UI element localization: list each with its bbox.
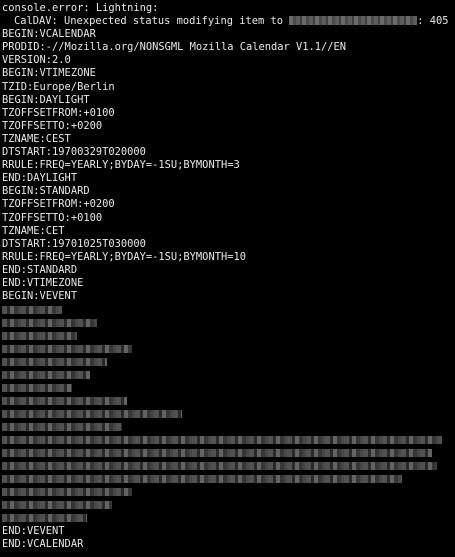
console-line: END:VTIMEZONE	[2, 276, 84, 289]
console-line: BEGIN:VCALENDAR	[2, 28, 96, 41]
redacted-line	[2, 345, 132, 354]
redacted-line	[2, 436, 442, 445]
redacted-line	[2, 488, 132, 497]
console-line: VERSION:2.0	[2, 54, 71, 67]
console-line: TZOFFSETFROM:+0200	[2, 198, 115, 211]
redacted-line	[2, 384, 72, 393]
redacted-line	[2, 358, 107, 367]
terminal-output: console.error: Lightning: CalDAV: Unexpe…	[0, 0, 455, 557]
console-line: DTSTART:19701025T030000	[2, 237, 146, 250]
console-line-error: CalDAV: Unexpected status modifying item…	[2, 15, 455, 28]
console-line: END:DAYLIGHT	[2, 172, 78, 185]
redacted-url	[289, 16, 418, 26]
console-line: DTSTART:19700329T020000	[2, 146, 146, 159]
error-message: CalDAV: Unexpected status modifying item…	[14, 15, 283, 28]
redacted-event-content	[2, 303, 455, 525]
redacted-line	[2, 371, 90, 380]
console-line: TZID:Europe/Berlin	[2, 80, 115, 93]
console-line: console.error: Lightning:	[2, 2, 159, 14]
console-line: END:VCALENDAR	[2, 538, 84, 551]
console-line: RRULE:FREQ=YEARLY;BYDAY=-1SU;BYMONTH=3	[2, 159, 240, 172]
redacted-line	[2, 306, 62, 315]
console-line: PRODID:-//Mozilla.org/NONSGML Mozilla Ca…	[2, 41, 347, 54]
redacted-line	[2, 475, 402, 484]
console-line: END:STANDARD	[2, 263, 78, 276]
console-line: BEGIN:STANDARD	[2, 185, 90, 198]
console-line: END:VEVENT	[2, 525, 65, 538]
redacted-line	[2, 319, 97, 328]
console-line: RRULE:FREQ=YEARLY;BYDAY=-1SU;BYMONTH=10	[2, 250, 246, 263]
redacted-line	[2, 449, 432, 458]
redacted-line	[2, 501, 112, 510]
console-line: TZNAME:CEST	[2, 132, 71, 145]
status-code: : 405	[417, 15, 449, 28]
console-line: BEGIN:VTIMEZONE	[2, 67, 96, 80]
redacted-line	[2, 410, 182, 419]
redacted-line	[2, 397, 127, 406]
redacted-line	[2, 423, 122, 432]
console-line: TZNAME:CET	[2, 224, 65, 237]
console-line: BEGIN:VEVENT	[2, 290, 78, 303]
console-line: BEGIN:DAYLIGHT	[2, 93, 90, 106]
redacted-line	[2, 514, 87, 523]
console-line: TZOFFSETTO:+0200	[2, 119, 103, 132]
redacted-line	[2, 462, 437, 471]
redacted-line	[2, 332, 77, 341]
console-line: TZOFFSETTO:+0100	[2, 211, 103, 224]
console-line: TZOFFSETFROM:+0100	[2, 106, 115, 119]
